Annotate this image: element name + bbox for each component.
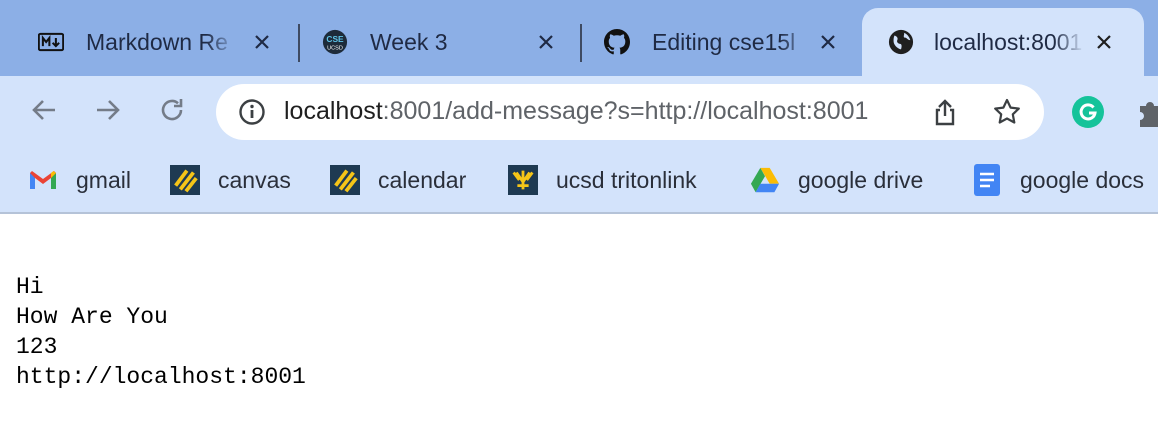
bookmark-google-docs[interactable]: google docs: [972, 164, 1144, 196]
bookmark-label: gmail: [76, 166, 131, 193]
back-button[interactable]: [26, 94, 62, 130]
bookmark-label: canvas: [218, 166, 291, 193]
tab-localhost[interactable]: localhost:8001: [862, 8, 1144, 76]
grammarly-icon[interactable]: [1072, 96, 1104, 128]
reload-button[interactable]: [154, 94, 190, 130]
tab-title: localhost:8001: [934, 28, 1083, 55]
address-bar[interactable]: localhost:8001/add-message?s=http://loca…: [216, 84, 1044, 140]
globe-icon: [888, 29, 914, 55]
github-icon: [604, 29, 630, 55]
svg-text:CSE: CSE: [326, 34, 344, 44]
page-content: Hi How Are You 123 http://localhost:8001: [16, 272, 306, 392]
back-arrow-icon: [29, 95, 59, 130]
message-line: How Are You: [16, 304, 168, 330]
tab-markdown[interactable]: Markdown Re: [18, 8, 296, 76]
url-path: :8001/add-message?s=http://localhost:800…: [382, 97, 869, 125]
tritonlink-icon: [508, 165, 538, 195]
cse-ucsd-icon: CSE UCSD: [322, 29, 348, 55]
close-icon[interactable]: [1092, 30, 1116, 54]
message-line: Hi: [16, 274, 44, 300]
markdown-icon: [38, 29, 64, 55]
google-drive-icon: [750, 165, 780, 195]
bookmark-calendar[interactable]: calendar: [330, 164, 466, 196]
extensions-puzzle-icon[interactable]: [1136, 96, 1158, 128]
close-icon[interactable]: [250, 30, 274, 54]
url-host: localhost: [284, 97, 383, 125]
bookmark-google-drive[interactable]: google drive: [750, 164, 923, 196]
bookmark-canvas[interactable]: canvas: [170, 164, 291, 196]
tab-github[interactable]: Editing cse15l: [582, 8, 862, 76]
forward-button[interactable]: [90, 94, 126, 130]
google-docs-icon: [972, 164, 1002, 196]
tab-week3[interactable]: CSE UCSD Week 3: [300, 8, 580, 76]
forward-arrow-icon: [93, 95, 123, 130]
gmail-icon: [28, 165, 58, 195]
message-line: http://localhost:8001: [16, 364, 306, 390]
url-text[interactable]: localhost:8001/add-message?s=http://loca…: [284, 97, 904, 126]
bookmark-label: google drive: [798, 166, 924, 193]
close-icon[interactable]: [534, 30, 558, 54]
toolbar: localhost:8001/add-message?s=http://loca…: [0, 76, 1158, 148]
tab-strip: Markdown Re CSE UCSD Week 3 Editing cse15…: [0, 0, 1158, 76]
site-info-icon[interactable]: [238, 98, 266, 126]
tab-title: Editing cse15l: [652, 28, 796, 55]
message-line: 123: [16, 334, 58, 360]
bookmark-tritonlink[interactable]: ucsd tritonlink: [508, 164, 697, 196]
svg-text:UCSD: UCSD: [327, 45, 343, 51]
calendar-icon: [330, 165, 360, 195]
star-icon[interactable]: [992, 97, 1022, 127]
bookmark-label: calendar: [378, 166, 467, 193]
bookmark-label: google docs: [1020, 166, 1145, 193]
share-icon[interactable]: [930, 97, 960, 127]
bookmark-gmail[interactable]: gmail: [28, 164, 131, 196]
reload-icon: [157, 95, 187, 130]
tab-title: Markdown Re: [86, 28, 228, 55]
bookmark-label: ucsd tritonlink: [556, 166, 697, 193]
close-icon[interactable]: [816, 30, 840, 54]
tab-title: Week 3: [370, 28, 448, 55]
bookmarks-bar: gmail canvas calendar ucsd tritonlink go…: [0, 148, 1158, 214]
canvas-icon: [170, 165, 200, 195]
